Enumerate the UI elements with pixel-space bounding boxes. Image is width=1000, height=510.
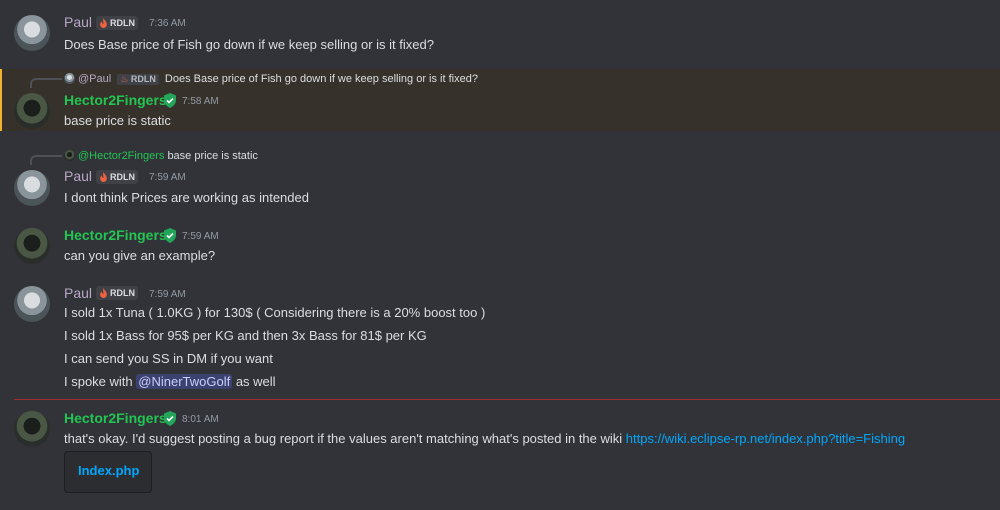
link-embed[interactable]: Index.php xyxy=(64,451,152,493)
timestamp: 7:59 AM xyxy=(182,231,219,242)
username[interactable]: Paul xyxy=(64,14,92,30)
timestamp: 7:59 AM xyxy=(149,172,186,183)
avatar[interactable] xyxy=(14,15,50,51)
reply-mention[interactable]: @Paul xyxy=(78,73,111,85)
shield-icon xyxy=(164,93,176,108)
reply-avatar xyxy=(64,150,75,161)
avatar[interactable] xyxy=(14,411,50,447)
message-text: base price is static xyxy=(64,113,171,128)
message-text-mention-line: I spoke with @NinerTwoGolf as well xyxy=(64,374,276,389)
wiki-link[interactable]: https://wiki.eclipse-rp.net/index.php?ti… xyxy=(626,431,905,446)
timestamp: 7:36 AM xyxy=(149,18,186,29)
message-text: Does Base price of Fish go down if we ke… xyxy=(64,37,434,52)
server-tag[interactable]: RDLN xyxy=(96,16,138,30)
shield-icon xyxy=(164,228,176,243)
server-tag[interactable]: RDLN xyxy=(96,170,138,184)
reply-tag: ♨ RDLN xyxy=(117,74,159,85)
username[interactable]: Hector2Fingers xyxy=(64,410,167,426)
timestamp: 8:01 AM xyxy=(182,414,219,425)
flame-icon: ♨ xyxy=(120,74,129,84)
message-hector-reply: @Paul ♨ RDLN Does Base price of Fish go … xyxy=(0,69,1000,131)
timestamp: 7:59 AM xyxy=(149,289,186,300)
reply-connector xyxy=(30,155,62,165)
reply-text: Does Base price of Fish go down if we ke… xyxy=(164,73,478,85)
reply-preview[interactable]: @Hector2Fingers base price is static xyxy=(64,150,258,162)
message-paul-reply: @Hector2Fingers base price is static Pau… xyxy=(0,146,1000,208)
flame-icon xyxy=(100,172,107,182)
embed-title[interactable]: Index.php xyxy=(78,463,139,478)
server-tag[interactable]: RDLN xyxy=(96,286,138,300)
flame-icon xyxy=(100,288,107,298)
timestamp: 7:58 AM xyxy=(182,96,219,107)
reply-connector xyxy=(30,78,62,88)
avatar[interactable] xyxy=(14,93,50,129)
username[interactable]: Paul xyxy=(64,285,92,301)
reply-preview[interactable]: @Paul ♨ RDLN Does Base price of Fish go … xyxy=(64,73,478,85)
username[interactable]: Hector2Fingers xyxy=(64,227,167,243)
message-text-with-link: that's okay. I'd suggest posting a bug r… xyxy=(64,431,905,446)
message-paul-2: Paul RDLN 7:59 AM I sold 1x Tuna ( 1.0KG… xyxy=(0,280,1000,392)
message-text: I sold 1x Tuna ( 1.0KG ) for 130$ ( Cons… xyxy=(64,305,486,320)
avatar[interactable] xyxy=(14,286,50,322)
message-text: I can send you SS in DM if you want xyxy=(64,351,273,366)
avatar[interactable] xyxy=(14,228,50,264)
reply-mention[interactable]: @Hector2Fingers xyxy=(78,150,164,162)
username[interactable]: Paul xyxy=(64,168,92,184)
message-paul-1: Paul RDLN 7:36 AM Does Base price of Fis… xyxy=(0,0,1000,60)
user-mention[interactable]: @NinerTwoGolf xyxy=(136,374,233,389)
message-text: as well xyxy=(232,374,276,389)
reply-text: base price is static xyxy=(167,150,258,162)
message-text: I sold 1x Bass for 95$ per KG and then 3… xyxy=(64,328,427,343)
new-messages-divider xyxy=(14,399,1000,400)
message-hector-2: Hector2Fingers 7:59 AM can you give an e… xyxy=(0,222,1000,272)
message-text: can you give an example? xyxy=(64,248,216,263)
flame-icon xyxy=(100,18,107,28)
message-text: that's okay. I'd suggest posting a bug r… xyxy=(64,431,626,446)
avatar[interactable] xyxy=(14,170,50,206)
message-text: I dont think Prices are working as inten… xyxy=(64,190,309,205)
reply-avatar xyxy=(64,73,75,84)
shield-icon xyxy=(164,411,176,426)
message-text: I spoke with xyxy=(64,374,137,389)
username[interactable]: Hector2Fingers xyxy=(64,92,167,108)
